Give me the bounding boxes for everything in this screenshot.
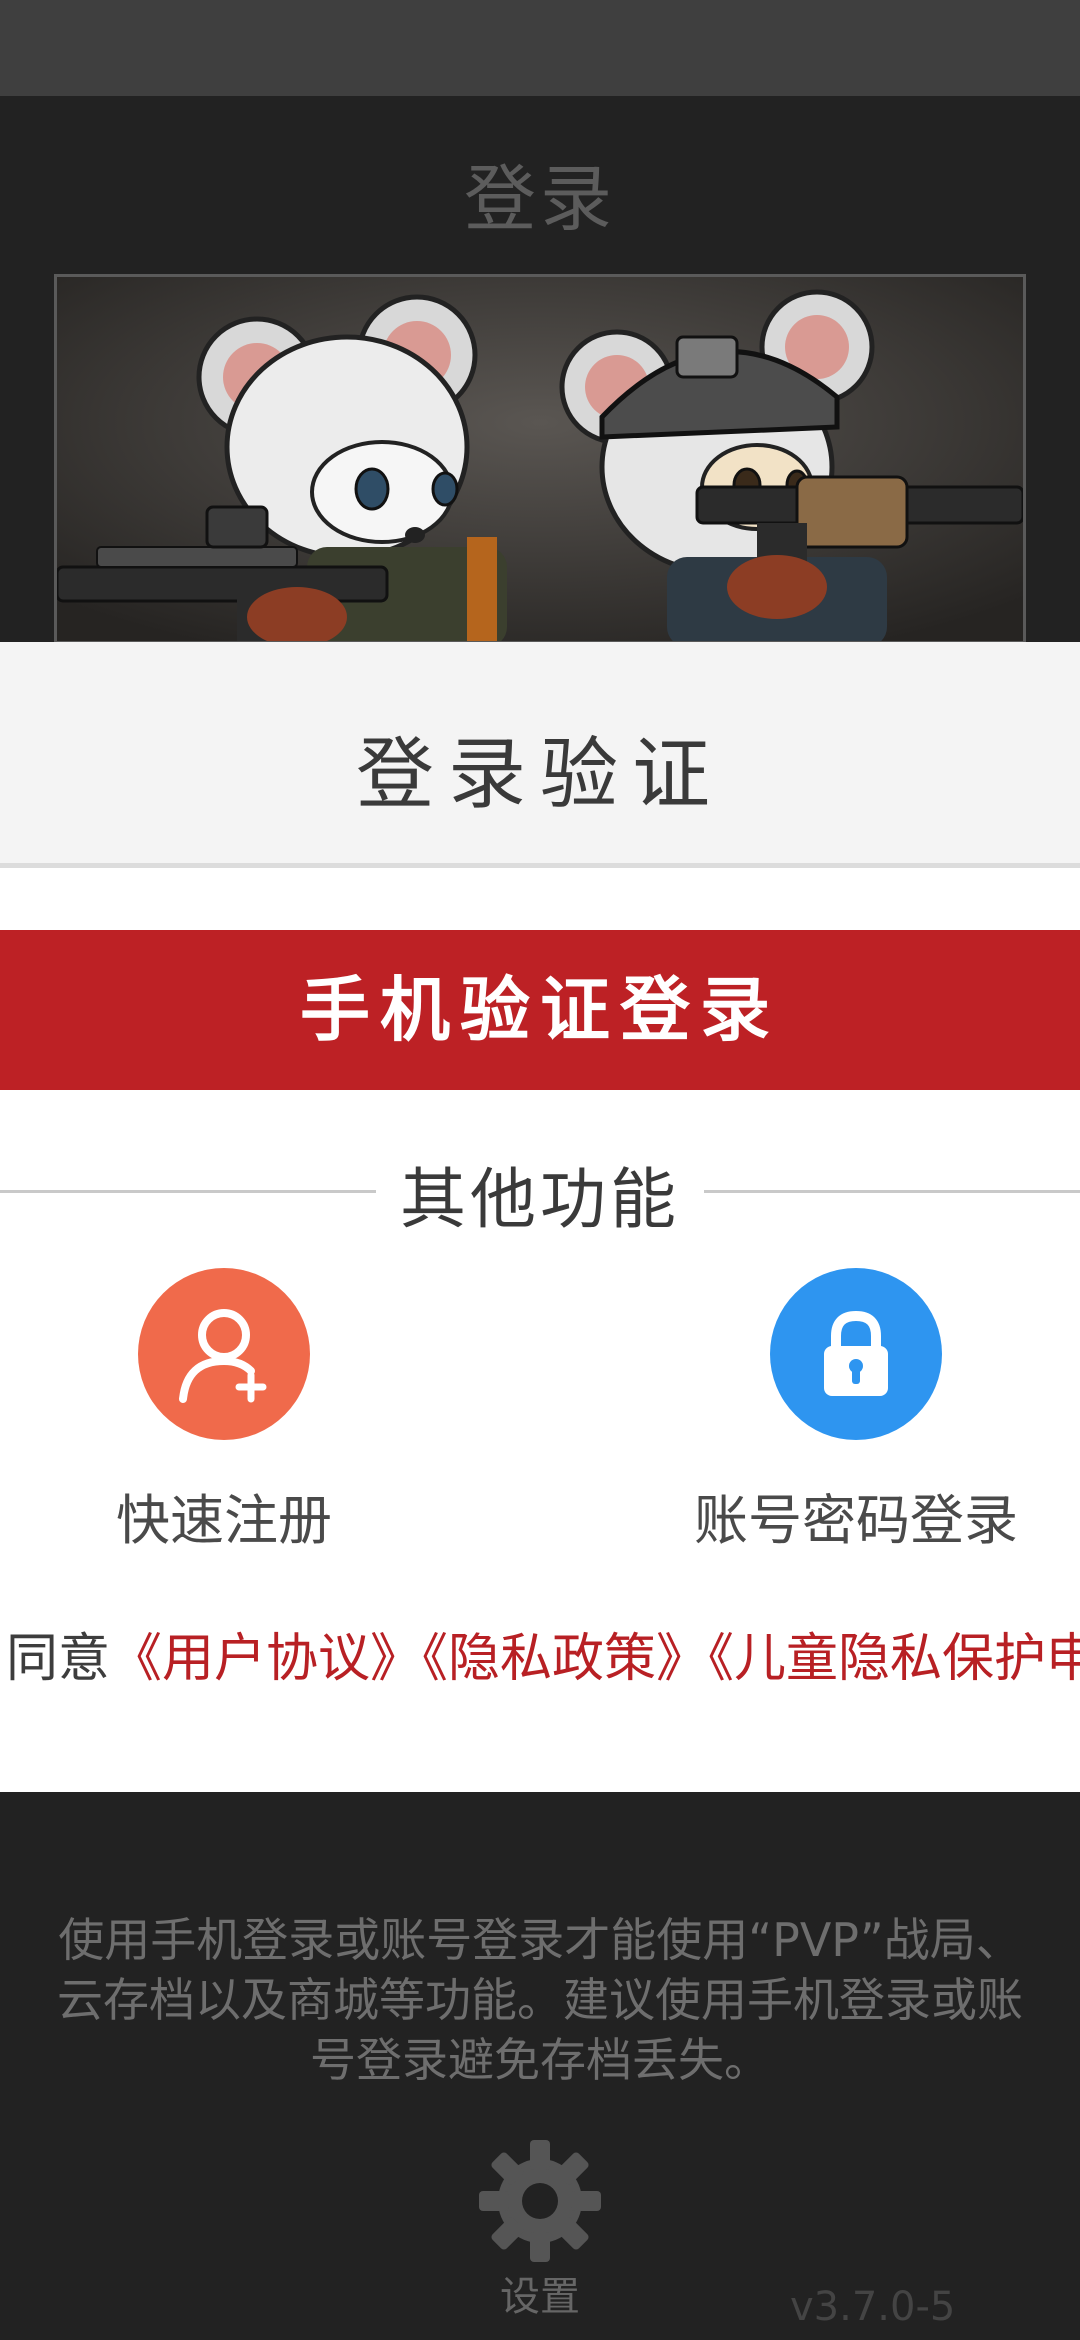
status-bar: [0, 0, 1080, 96]
gear-icon: [479, 2140, 601, 2262]
password-login-label: 账号密码登录: [694, 1489, 1018, 1552]
quick-register-button[interactable]: 快速注册: [14, 1268, 434, 1555]
lock-icon: [770, 1268, 942, 1440]
version-label: v3.7.0-5: [790, 2284, 956, 2330]
game-banner-image: [54, 274, 1026, 644]
modal-title: 登录验证: [355, 730, 724, 820]
other-functions-heading: 其他功能: [0, 1146, 1080, 1242]
password-login-button[interactable]: 账号密码登录: [646, 1268, 1066, 1555]
quick-register-label: 快速注册: [116, 1489, 332, 1552]
phone-login-button[interactable]: 手机验证登录: [0, 930, 1080, 1090]
settings-button[interactable]: 设置: [470, 2136, 610, 2322]
agreement-row: 同意《用户协议》《隐私政策》《儿童隐私保护申: [6, 1616, 1080, 1691]
privacy-policy-link[interactable]: 《隐私政策》: [422, 1629, 708, 1689]
user-add-icon: [138, 1268, 310, 1440]
modal-header: 登录验证: [0, 642, 1080, 868]
agreement-prefix: 同意: [6, 1629, 111, 1689]
login-notice-text: 使用手机登录或账号登录才能使用“PVP”战局、云存档以及商城等功能。建议使用手机…: [57, 1913, 1023, 2087]
child-privacy-link[interactable]: 《儿童隐私保护申: [708, 1629, 1080, 1689]
user-agreement-link[interactable]: 《用户协议》: [110, 1629, 422, 1689]
page-title: 登录: [463, 157, 616, 241]
other-functions-label: 其他功能: [376, 1161, 704, 1238]
settings-label: 设置: [500, 2274, 580, 2320]
